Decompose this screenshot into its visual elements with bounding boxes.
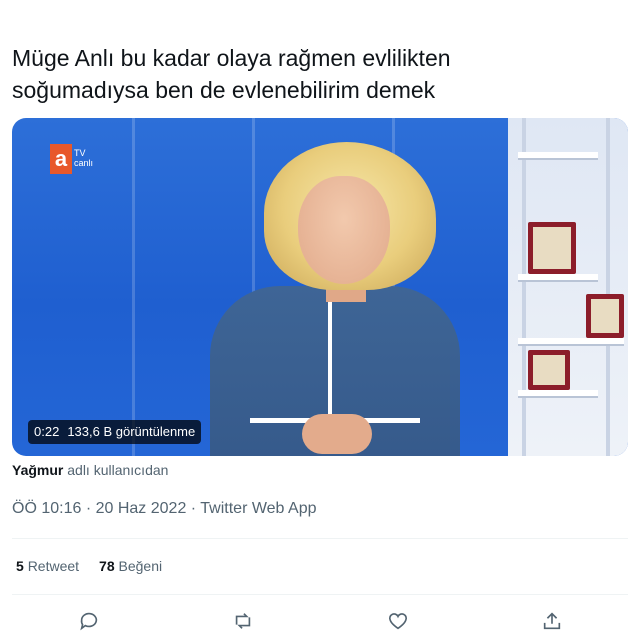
- shelf-pole: [522, 118, 526, 456]
- divider: [12, 538, 628, 539]
- like-label: Beğeni: [118, 558, 163, 574]
- studio-light-band: [132, 118, 135, 456]
- attribution-user[interactable]: Yağmur: [12, 462, 63, 478]
- retweet-label: Retweet: [27, 558, 80, 574]
- video-attribution: Yağmur adlı kullanıcıdan: [12, 462, 168, 478]
- tweet-actions: [0, 606, 640, 636]
- meta-separator: ·: [85, 500, 92, 517]
- channel-logo-tv: TV: [74, 148, 86, 158]
- retweet-icon: [235, 613, 251, 629]
- shelf: [518, 338, 624, 346]
- tweet-time[interactable]: ÖÖ 10:16: [12, 500, 81, 517]
- meta-separator: ·: [190, 500, 197, 517]
- retweet-stat[interactable]: 5 Retweet: [16, 558, 79, 574]
- attribution-suffix: adlı kullanıcıdan: [67, 462, 169, 478]
- shelf: [518, 152, 598, 160]
- award-plaque: [586, 294, 624, 338]
- tweet-text-line2: soğumadıysa ben de evlenebilirim demek: [12, 77, 436, 103]
- like-stat[interactable]: 78 Beğeni: [99, 558, 162, 574]
- award-plaque: [528, 222, 576, 274]
- share-icon: [543, 612, 561, 630]
- shelf: [518, 390, 598, 398]
- retweet-button[interactable]: [228, 606, 258, 636]
- video-views: 133,6 B görüntülenme: [67, 424, 196, 439]
- like-button[interactable]: [383, 606, 413, 636]
- divider: [12, 594, 628, 595]
- retweet-count: 5: [16, 558, 24, 574]
- tweet-text-line1: Müge Anlı bu kadar olaya rağmen evlilikt…: [12, 45, 451, 71]
- presenter-hands: [302, 414, 372, 454]
- channel-logo: a: [50, 144, 72, 174]
- shelf-pole: [606, 118, 610, 456]
- channel-logo-live: canlı: [74, 158, 94, 168]
- channel-logo-text: TV canlı: [74, 148, 93, 168]
- video-duration: 0:22: [34, 424, 60, 439]
- award-plaque: [528, 350, 570, 390]
- trophy-shelf: [508, 118, 628, 456]
- like-icon: [388, 613, 408, 630]
- tweet-source[interactable]: Twitter Web App: [200, 500, 316, 517]
- tweet-text: Müge Anlı bu kadar olaya rağmen evlilikt…: [12, 42, 612, 106]
- video-player[interactable]: a TV canlı 0:22 133,6 B görüntülenme: [12, 118, 628, 456]
- reply-icon: [80, 612, 98, 631]
- tweet-date[interactable]: 20 Haz 2022: [96, 500, 187, 517]
- reply-button[interactable]: [74, 606, 104, 636]
- tweet-stats: 5 Retweet 78 Beğeni: [16, 558, 162, 574]
- shelf: [518, 274, 598, 282]
- tweet-meta: ÖÖ 10:16 · 20 Haz 2022 · Twitter Web App: [12, 500, 316, 518]
- video-info-badge: 0:22 133,6 B görüntülenme: [28, 420, 202, 444]
- presenter-face: [298, 176, 390, 284]
- share-button[interactable]: [537, 606, 567, 636]
- like-count: 78: [99, 558, 115, 574]
